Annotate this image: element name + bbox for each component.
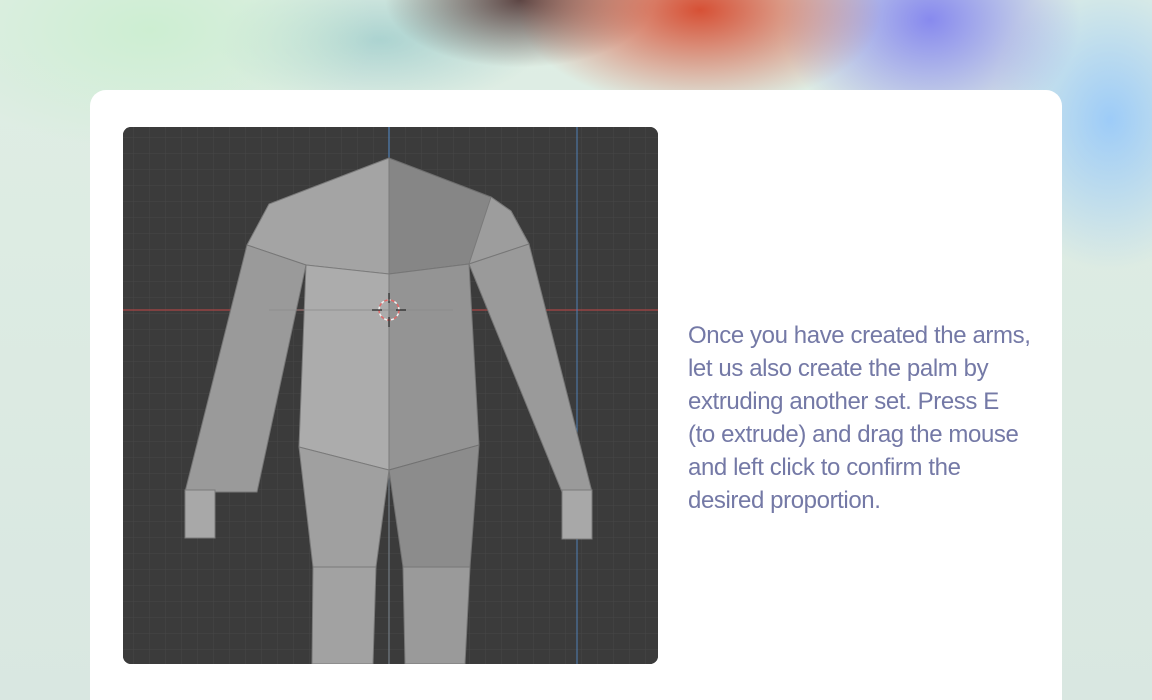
tutorial-card: Once you have created the arms, let us a…	[90, 90, 1062, 700]
description-line: (to extrude) and drag the mouse	[688, 421, 1019, 448]
tutorial-description: Once you have created the arms, let us a…	[688, 319, 1048, 517]
description-line: extruding another set. Press E	[688, 388, 999, 415]
blender-viewport[interactable]	[123, 127, 658, 664]
viewport-canvas[interactable]	[123, 127, 658, 664]
description-line: Once you have created the arms,	[688, 322, 1031, 349]
description-line: and left click to confirm the	[688, 454, 961, 481]
description-line: let us also create the palm by	[688, 355, 989, 382]
description-line: desired proportion.	[688, 487, 881, 514]
